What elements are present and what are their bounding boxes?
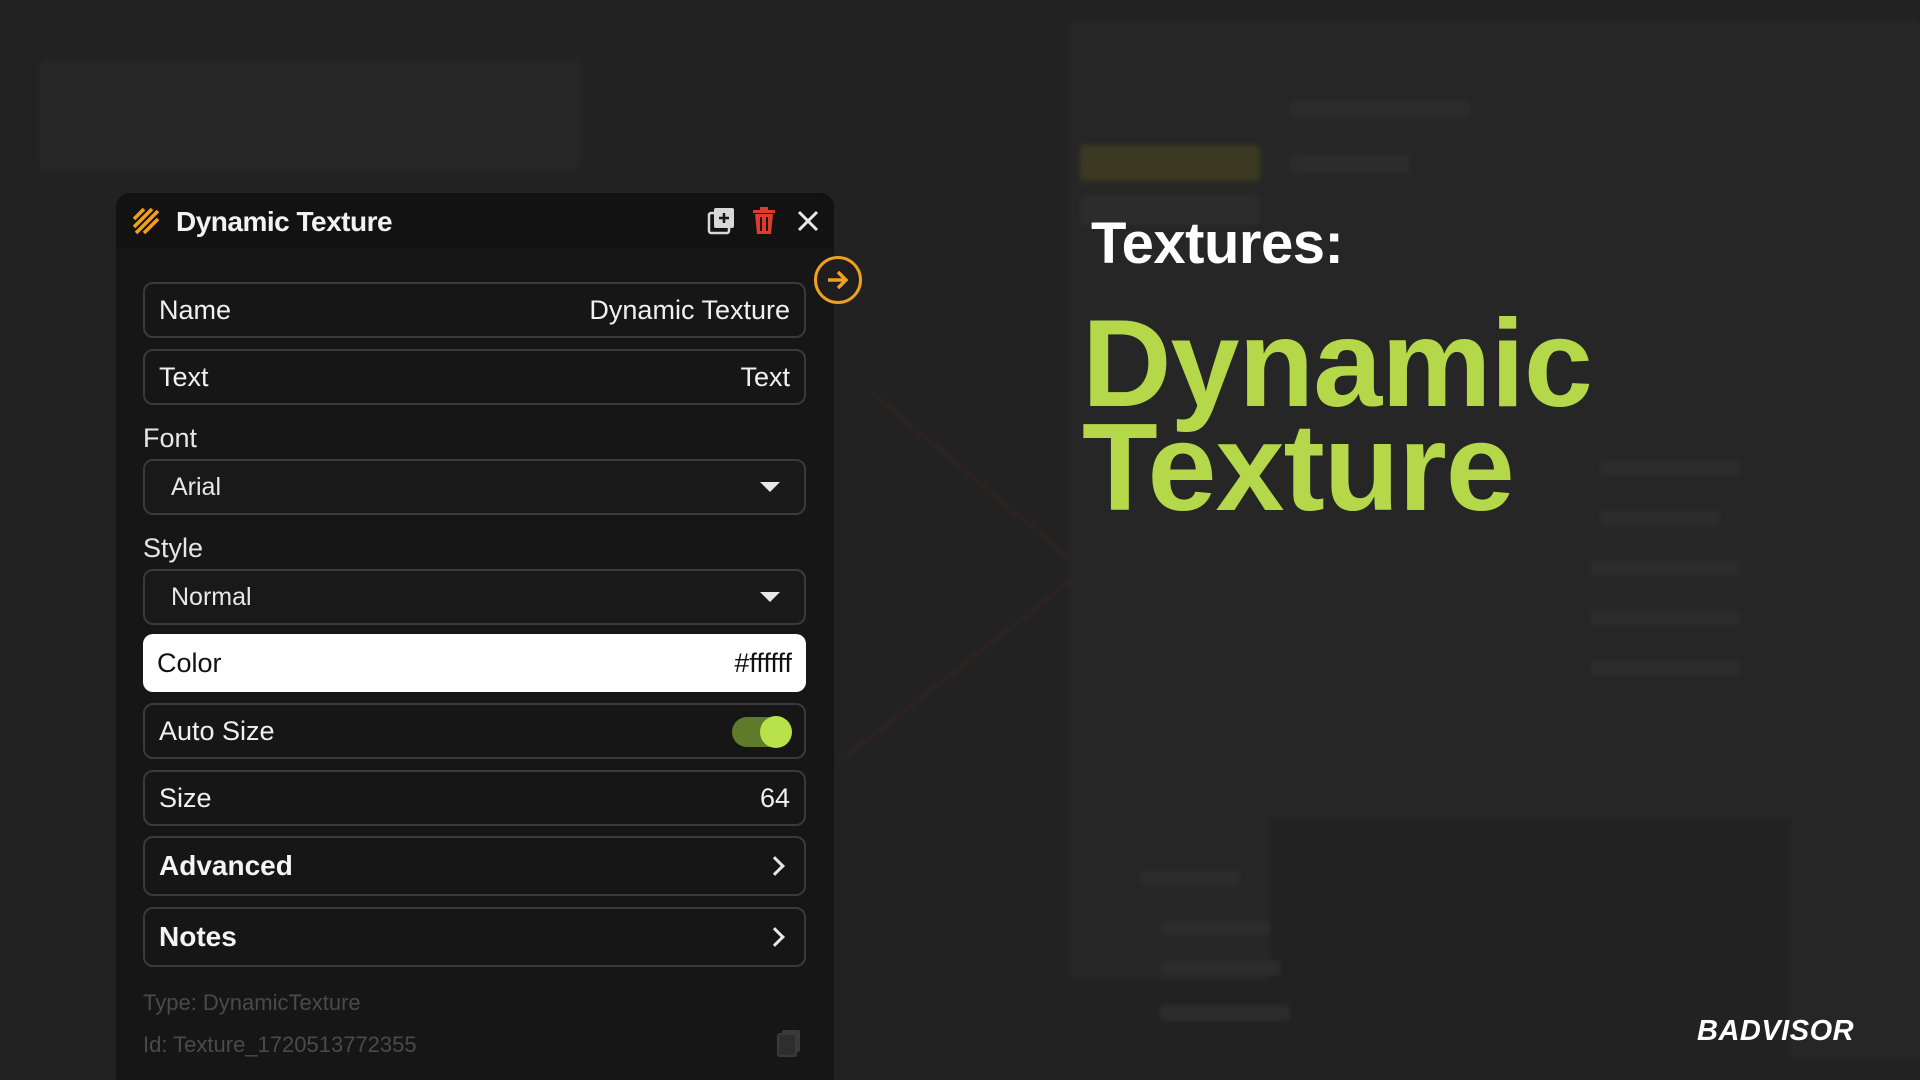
chevron-right-icon	[765, 856, 785, 876]
bg-row	[1160, 1005, 1290, 1021]
text-label: Text	[159, 361, 209, 392]
text-field[interactable]: Text Text	[143, 349, 806, 405]
color-field[interactable]: Color #ffffff	[143, 634, 806, 692]
auto-size-label: Auto Size	[159, 715, 275, 746]
bg-row	[1160, 960, 1280, 976]
chevron-down-icon	[760, 482, 780, 492]
node-header[interactable]: Dynamic Texture	[116, 193, 834, 249]
bg-row	[1600, 510, 1720, 526]
hatched-stripes-icon	[132, 207, 160, 235]
bg-row	[1290, 155, 1410, 173]
bg-row	[1590, 610, 1740, 626]
copy-icon[interactable]	[776, 1028, 802, 1058]
close-icon[interactable]	[793, 206, 823, 236]
auto-size-toggle[interactable]	[732, 716, 792, 748]
size-value: 64	[759, 782, 790, 813]
size-label: Size	[159, 782, 212, 813]
node-title: Dynamic Texture	[176, 206, 393, 237]
font-label: Font	[143, 423, 198, 453]
bg-row	[1590, 560, 1740, 576]
bg-row	[1290, 100, 1470, 118]
style-select[interactable]: Normal	[143, 569, 806, 625]
bg-highlight	[1080, 145, 1260, 181]
headline-kicker: Textures:	[1091, 211, 1344, 276]
bg-node-wire	[839, 575, 1078, 762]
toggle-knob	[760, 716, 792, 748]
bg-node-wire	[869, 390, 1070, 559]
advanced-label: Advanced	[159, 850, 293, 881]
brand-logo: BADVISOR	[1697, 1015, 1854, 1048]
auto-size-field: Auto Size	[143, 703, 806, 759]
bg-row	[1140, 870, 1240, 886]
output-port[interactable]	[814, 256, 862, 304]
bg-row	[1160, 920, 1270, 936]
bg-toolbar	[40, 60, 580, 170]
text-value: Text	[740, 361, 790, 392]
name-label: Name	[159, 294, 232, 325]
notes-label: Notes	[159, 921, 237, 952]
size-field[interactable]: Size 64	[143, 770, 806, 826]
notes-section[interactable]: Notes	[143, 907, 806, 967]
trash-icon[interactable]	[749, 206, 779, 236]
font-select[interactable]: Arial	[143, 459, 806, 515]
node-id: Id: Texture_1720513772355	[143, 1032, 417, 1057]
bg-right-panel	[1790, 20, 1920, 1060]
chevron-down-icon	[760, 592, 780, 602]
headline-title: Dynamic Texture	[1082, 302, 1593, 530]
style-selected-value: Normal	[171, 582, 252, 611]
node-type: Type: DynamicTexture	[143, 990, 361, 1015]
color-label: Color	[157, 647, 222, 678]
duplicate-icon[interactable]	[706, 206, 736, 236]
bg-row	[1600, 460, 1740, 476]
chevron-right-icon	[765, 927, 785, 947]
color-value: #ffffff	[734, 647, 792, 678]
font-selected-value: Arial	[171, 472, 222, 501]
brand-logo-text: BADVISOR	[1697, 1015, 1855, 1047]
style-label: Style	[143, 533, 204, 563]
advanced-section[interactable]: Advanced	[143, 836, 806, 896]
arrow-right-icon	[828, 270, 849, 290]
name-field[interactable]: Name Dynamic Texture	[143, 282, 806, 338]
name-value: Dynamic Texture	[589, 294, 790, 325]
bg-row	[1590, 660, 1740, 676]
